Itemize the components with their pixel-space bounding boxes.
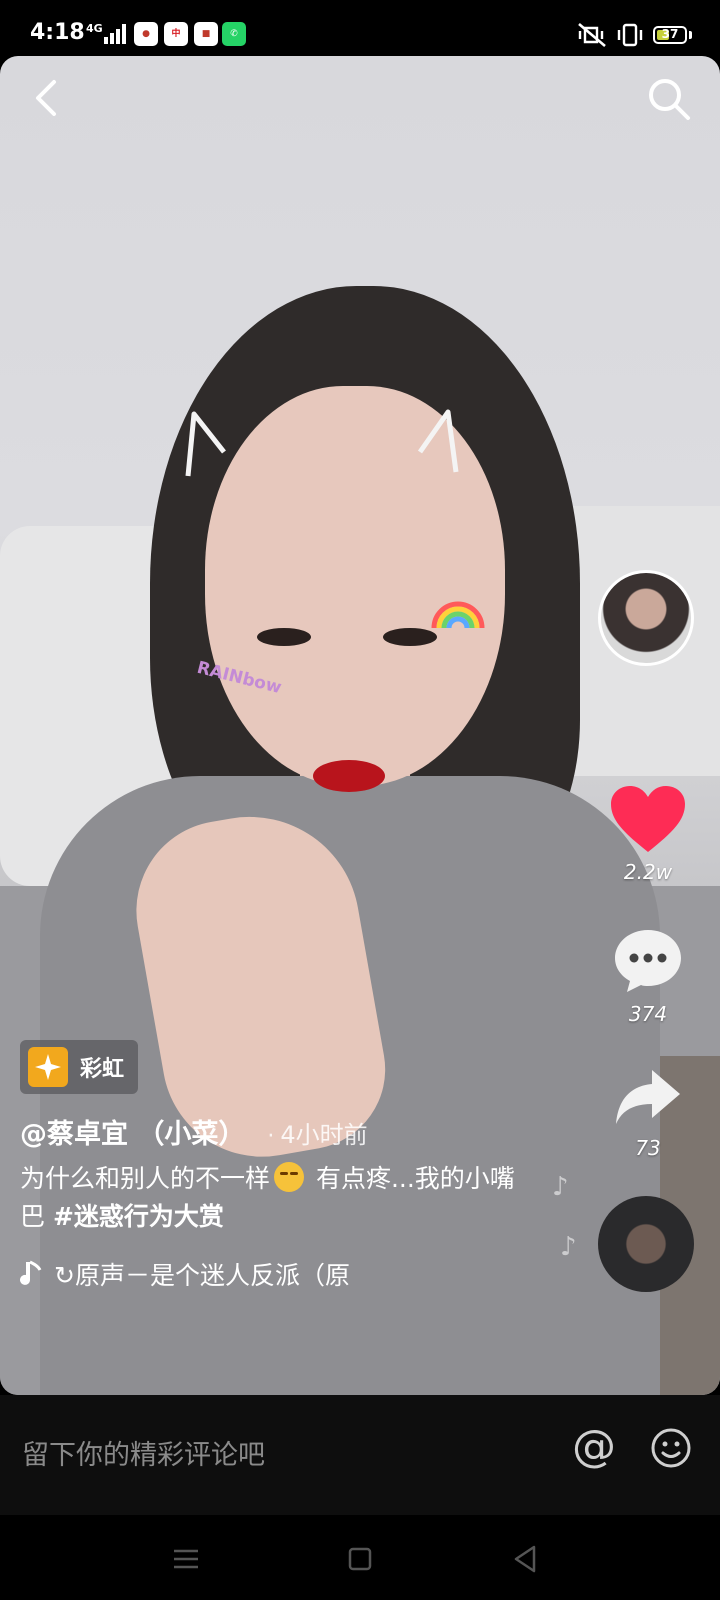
lips bbox=[313, 760, 385, 792]
battery-level: 37 bbox=[661, 27, 679, 41]
caption-text-1: 为什么和别人的不一样 bbox=[20, 1164, 271, 1193]
post-time: 4小时前 bbox=[280, 1121, 368, 1149]
signal-icon bbox=[104, 24, 126, 44]
rainbow-sticker-icon bbox=[431, 601, 485, 629]
hashtag-link[interactable]: #迷惑行为大赏 bbox=[53, 1202, 224, 1231]
battery-icon: 37 bbox=[653, 26, 687, 44]
like-button[interactable]: 2.2w bbox=[600, 784, 696, 884]
comment-count: 374 bbox=[628, 1002, 668, 1026]
comment-icon bbox=[615, 930, 681, 992]
whatsapp-icon: ✆ bbox=[222, 22, 246, 46]
status-time: 4:18 bbox=[30, 20, 85, 45]
like-count: 2.2w bbox=[623, 860, 673, 884]
share-count: 73 bbox=[635, 1136, 661, 1160]
comment-button[interactable]: 374 bbox=[600, 926, 696, 1026]
floating-note-icon: ♪ bbox=[552, 1172, 569, 1202]
author-line: @蔡卓宜 （小菜） · 4小时前 bbox=[20, 1112, 368, 1151]
notification-app-1-icon: ● bbox=[134, 22, 158, 46]
time-separator: · bbox=[267, 1124, 275, 1149]
author-name[interactable]: @蔡卓宜 （小菜） bbox=[20, 1112, 245, 1151]
music-title: ↻原声－是个迷人反派（原 bbox=[54, 1261, 350, 1290]
notification-app-3-icon: ■ bbox=[194, 22, 218, 46]
network-type: 4G bbox=[86, 22, 103, 35]
back-nav-icon[interactable] bbox=[506, 1539, 546, 1579]
unamused-emoji-icon bbox=[274, 1162, 305, 1192]
cat-ears-sticker bbox=[185, 409, 459, 477]
comment-input[interactable]: 留下你的精彩评论吧 bbox=[22, 1433, 265, 1472]
screen: 4:18 4G ● 中 ■ ✆ 37 RAINbow 2.2w 374 73 彩… bbox=[0, 0, 720, 1600]
back-button[interactable] bbox=[26, 76, 70, 120]
vibrate-icon bbox=[617, 23, 643, 47]
heart-icon bbox=[611, 786, 685, 852]
vibrate-off-icon bbox=[578, 23, 606, 47]
music-note-icon bbox=[20, 1260, 42, 1285]
battery-tip bbox=[689, 31, 692, 39]
emoji-button[interactable] bbox=[650, 1427, 692, 1469]
mention-button[interactable]: @ bbox=[572, 1425, 616, 1469]
notification-app-2-icon: 中 bbox=[164, 22, 188, 46]
effect-tag-label: 彩虹 bbox=[80, 1057, 125, 1082]
author-avatar[interactable] bbox=[598, 570, 694, 666]
status-right: 37 bbox=[577, 22, 692, 48]
menu-nav-icon[interactable] bbox=[166, 1539, 206, 1579]
status-bar: 4:18 4G ● 中 ■ ✆ 37 bbox=[0, 0, 720, 60]
floating-note-icon-2: ♪ bbox=[560, 1232, 577, 1262]
effect-sparkle-icon bbox=[28, 1047, 68, 1087]
comment-bar: 留下你的精彩评论吧 @ bbox=[0, 1395, 720, 1515]
music-info[interactable]: ↻原声－是个迷人反派（原 bbox=[20, 1256, 350, 1292]
share-button[interactable]: 73 bbox=[600, 1066, 696, 1160]
home-nav-icon[interactable] bbox=[340, 1539, 380, 1579]
eye-left bbox=[257, 628, 311, 646]
video-caption: 为什么和别人的不一样 有点疼...我的小嘴巴 #迷惑行为大赏 bbox=[20, 1160, 520, 1236]
system-nav-bar bbox=[0, 1515, 720, 1600]
share-arrow-icon bbox=[616, 1070, 680, 1124]
search-button[interactable] bbox=[646, 76, 692, 122]
music-disc[interactable] bbox=[598, 1196, 694, 1292]
effect-tag[interactable]: 彩虹 bbox=[20, 1040, 139, 1094]
